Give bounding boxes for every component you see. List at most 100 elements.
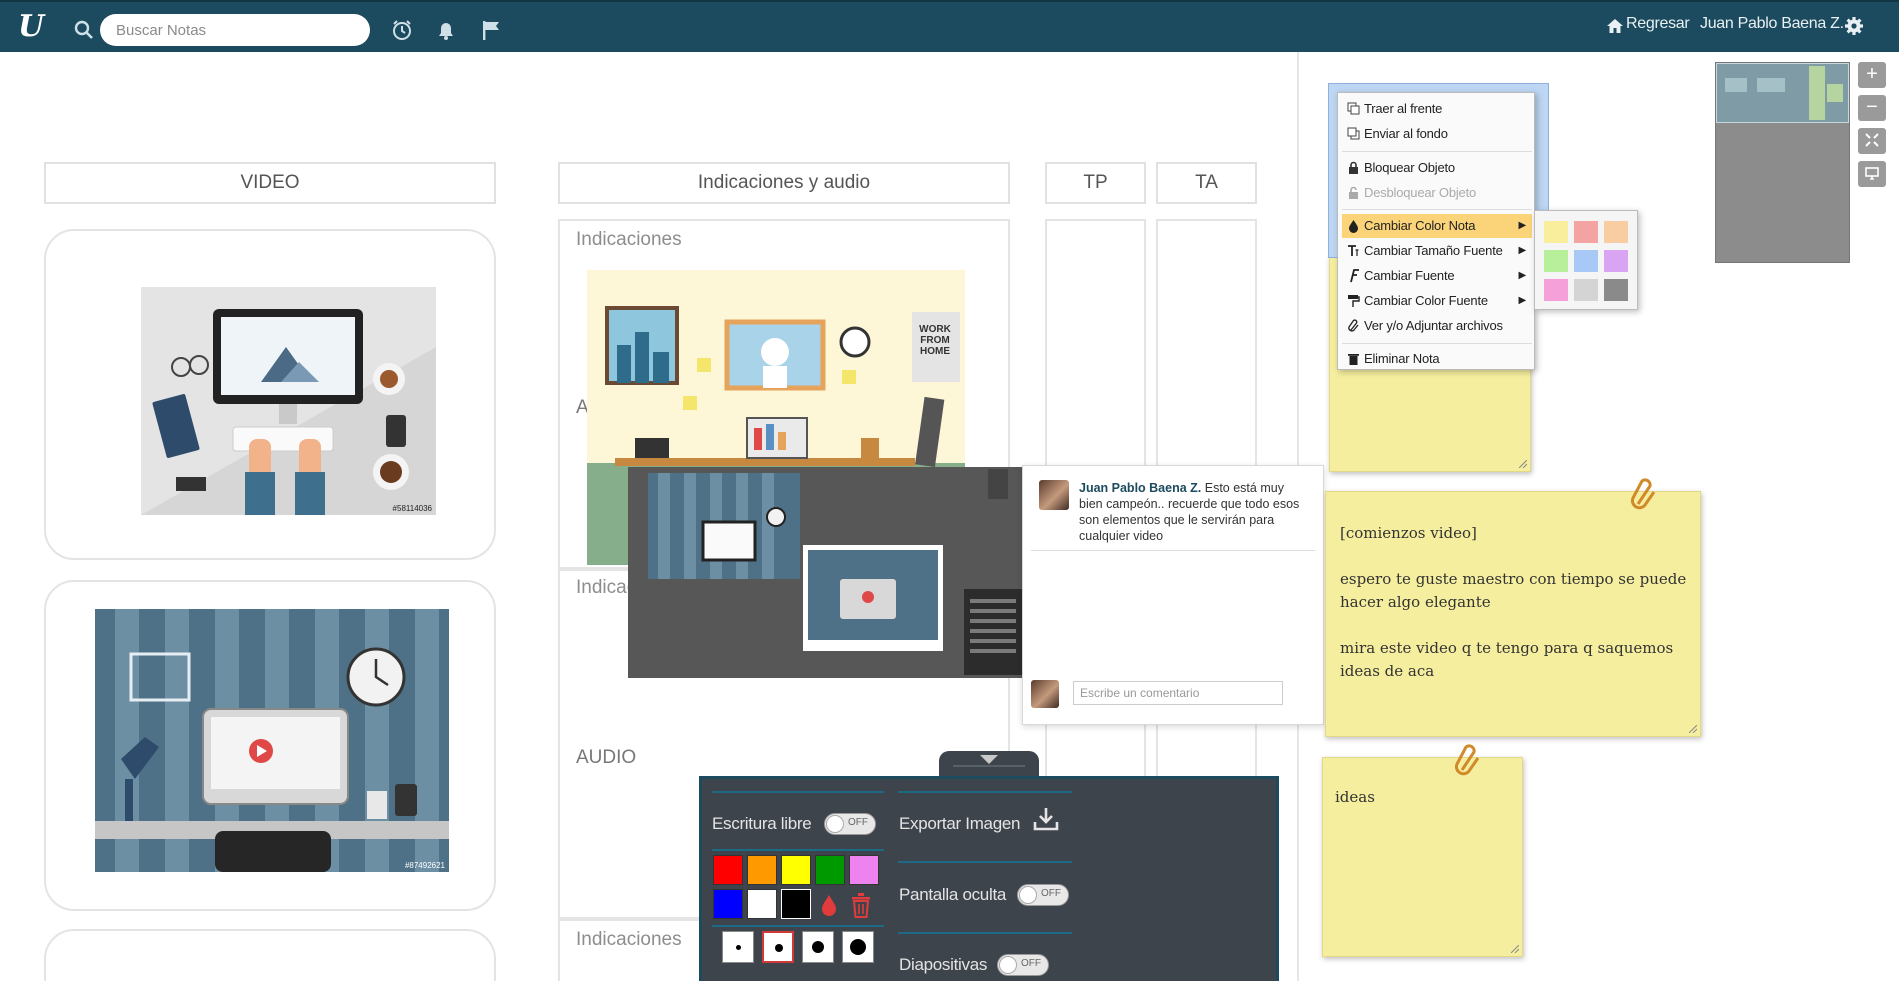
zoom-out-button[interactable]: − [1858, 95, 1886, 121]
sticky-note[interactable]: [comienzos video] espero te guste maestr… [1325, 491, 1701, 737]
color-swatch-violet[interactable] [849, 855, 879, 885]
download-icon[interactable] [1032, 806, 1060, 832]
free-writing-label: Escritura libre [712, 814, 812, 833]
board-minimap[interactable] [1715, 62, 1850, 263]
submenu-arrow-icon: ▶ [1518, 220, 1527, 231]
color-swatch-blue[interactable] [713, 889, 743, 919]
toolbar-divider [712, 791, 884, 793]
note-color-orange[interactable] [1604, 221, 1628, 243]
office-illustration: #87492621 [95, 609, 449, 872]
note-text[interactable]: ideas [1335, 786, 1515, 809]
fit-screen-button[interactable] [1858, 128, 1886, 154]
fit-screen-icon [1865, 133, 1879, 147]
menu-item-send-back[interactable]: Enviar al fondo [1342, 122, 1532, 146]
note-color-purple[interactable] [1604, 250, 1628, 272]
menu-separator [1342, 343, 1532, 344]
toolbar-divider [898, 932, 1072, 934]
gear-icon[interactable] [1844, 16, 1864, 36]
stock-id-label: #87492621 [404, 861, 445, 870]
menu-item-lock[interactable]: Bloquear Objeto [1342, 156, 1532, 180]
chevron-down-icon [980, 755, 998, 764]
color-swatch-orange[interactable] [747, 855, 777, 885]
avatar [1039, 480, 1069, 510]
note-color-pink[interactable] [1574, 221, 1598, 243]
video-frame-3[interactable] [44, 929, 496, 981]
hidden-screen-toggle[interactable]: OFF [1017, 884, 1069, 906]
text-size-icon [1348, 245, 1359, 256]
avatar [1031, 680, 1059, 708]
note-color-dark-gray[interactable] [1604, 279, 1628, 301]
brush-size-small[interactable] [722, 931, 754, 963]
note-color-green[interactable] [1544, 250, 1568, 272]
note-color-light-gray[interactable] [1574, 279, 1598, 301]
free-writing-toggle[interactable]: OFF [824, 813, 876, 835]
alarm-clock-icon[interactable] [391, 19, 413, 41]
resize-handle-icon[interactable] [1511, 945, 1519, 953]
app-logo[interactable]: U [18, 10, 48, 44]
resize-handle-icon[interactable] [1519, 460, 1527, 468]
color-picker-drop-icon[interactable] [819, 893, 839, 917]
search-notes-input[interactable] [100, 14, 370, 46]
column-header-video: VIDEO [44, 162, 496, 204]
brush-size-xlarge[interactable] [842, 931, 874, 963]
bell-icon[interactable] [435, 19, 457, 41]
comment-input[interactable] [1073, 681, 1283, 705]
menu-item-attachments[interactable]: Ver y/o Adjuntar archivos [1342, 314, 1532, 338]
menu-item-bring-front[interactable]: Traer al frente [1342, 97, 1532, 121]
svg-text:WORK: WORK [919, 324, 951, 335]
note-color-magenta[interactable] [1544, 279, 1568, 301]
menu-item-delete[interactable]: Eliminar Nota [1342, 347, 1532, 371]
comment-divider [1031, 550, 1315, 551]
note-context-menu: Traer al frente Enviar al fondo Bloquear… [1337, 92, 1535, 370]
stock-id-label: #58114036 [392, 504, 432, 513]
color-swatch-white[interactable] [747, 889, 777, 919]
export-image-label: Exportar Imagen [899, 814, 1021, 833]
minimap-viewport[interactable] [1716, 63, 1849, 123]
paperclip-icon[interactable] [1454, 744, 1482, 778]
slides-toggle[interactable]: OFF [997, 954, 1049, 976]
home-icon[interactable] [1606, 17, 1624, 35]
note-color-blue[interactable] [1574, 250, 1598, 272]
note-color-yellow[interactable] [1544, 221, 1568, 243]
user-name[interactable]: Juan Pablo Baena Z. [1700, 15, 1844, 33]
note-text[interactable]: [comienzos video] espero te guste maestr… [1340, 522, 1690, 683]
brush-size-large[interactable] [802, 931, 834, 963]
submenu-arrow-icon: ▶ [1518, 245, 1527, 256]
menu-separator [1342, 209, 1532, 210]
menu-item-font-size[interactable]: Cambiar Tamaño Fuente ▶ [1342, 239, 1532, 263]
back-link[interactable]: Regresar [1626, 15, 1690, 33]
sticky-note[interactable]: ideas [1322, 757, 1523, 957]
video-player[interactable] [628, 467, 1024, 678]
column-header-indicaciones: Indicaciones y audio [558, 162, 1010, 204]
column-header-ta: TA [1156, 162, 1257, 204]
flag-icon[interactable] [480, 19, 502, 41]
office-scene-image [95, 609, 449, 872]
trash-icon[interactable] [850, 892, 872, 918]
zoom-in-button[interactable]: + [1858, 62, 1886, 88]
top-bar: U Regresar Juan Pablo Baena Z. [0, 0, 1899, 52]
brush-size-medium[interactable] [762, 931, 794, 963]
video-frame-2[interactable]: #87492621 [44, 580, 496, 911]
menu-item-note-color[interactable]: Cambiar Color Nota ▶ [1342, 214, 1532, 238]
comment-author: Juan Pablo Baena Z. [1079, 481, 1202, 495]
color-swatch-green[interactable] [815, 855, 845, 885]
toolbar-divider [712, 849, 884, 851]
paint-roller-icon [1348, 295, 1360, 307]
color-swatch-red[interactable] [713, 855, 743, 885]
search-icon [74, 20, 93, 39]
menu-item-font[interactable]: Cambiar Fuente ▶ [1342, 264, 1532, 288]
svg-text:FROM: FROM [920, 335, 949, 346]
resize-handle-icon[interactable] [1689, 725, 1697, 733]
comment-body: Juan Pablo Baena Z. Esto está muy bien c… [1079, 480, 1309, 544]
paperclip-icon[interactable] [1630, 478, 1658, 512]
color-swatch-black[interactable] [781, 889, 811, 919]
toolbar-collapse-tab[interactable] [939, 751, 1039, 779]
presentation-button[interactable] [1858, 161, 1886, 187]
menu-separator [1342, 151, 1532, 152]
audio-label: AUDIO [576, 747, 637, 768]
bring-front-icon [1347, 102, 1360, 115]
color-swatch-yellow[interactable] [781, 855, 811, 885]
menu-item-unlock: Desbloquear Objeto [1342, 181, 1532, 205]
video-frame-1[interactable]: #58114036 [44, 229, 496, 560]
menu-item-font-color[interactable]: Cambiar Color Fuente ▶ [1342, 289, 1532, 313]
